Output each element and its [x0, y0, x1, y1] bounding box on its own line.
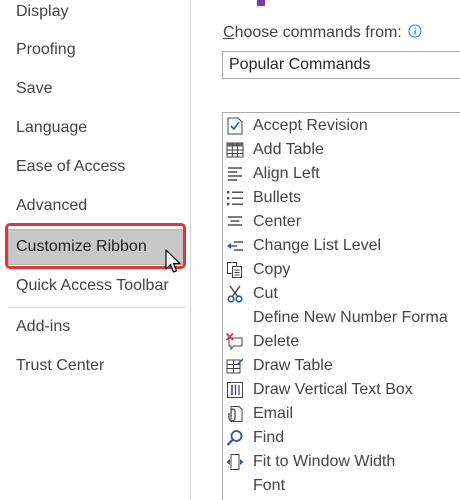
commands-list[interactable]: Accept Revision Add Table Align Left Bul… [222, 112, 460, 500]
list-item[interactable]: Draw Table [223, 354, 460, 378]
sidebar-item-display[interactable]: Display [8, 0, 186, 30]
sidebar-item-customize-ribbon[interactable]: Customize Ribbon [8, 229, 186, 265]
list-item[interactable]: Cut [223, 282, 460, 306]
list-item[interactable]: Email [223, 402, 460, 426]
delete-comment-icon [226, 333, 243, 351]
command-label: Add Table [253, 141, 324, 158]
list-item[interactable]: Draw Vertical Text Box [223, 378, 460, 402]
command-label: Find [253, 429, 285, 446]
list-item[interactable]: Change List Level [223, 234, 460, 258]
command-label: Font [253, 477, 286, 494]
word-options-window: Display Proofing Save Language Ease of A… [0, 0, 460, 500]
command-label: Cut [253, 285, 278, 302]
command-label: Center [253, 213, 302, 230]
copy-icon [227, 262, 242, 278]
list-item[interactable]: Fit to Window Width [223, 450, 460, 474]
list-item[interactable]: Add Table [223, 138, 460, 162]
command-label: Draw Vertical Text Box [253, 381, 413, 398]
command-label: Define New Number Forma [253, 309, 448, 326]
list-item[interactable]: Define New Number Forma [223, 306, 460, 330]
command-label: Copy [253, 261, 291, 278]
customize-ribbon-panel: Choose commands from: Popular Commands A… [191, 0, 460, 500]
list-item[interactable]: Find [223, 426, 460, 450]
command-label: Accept Revision [253, 117, 368, 134]
command-label: Fit to Window Width [253, 453, 396, 470]
mouse-pointer-icon [165, 249, 181, 273]
sidebar-item-language[interactable]: Language [8, 110, 186, 146]
sidebar-divider [8, 307, 186, 308]
command-label: Email [253, 405, 294, 422]
sidebar-item-advanced[interactable]: Advanced [8, 188, 186, 224]
email-attach-icon [228, 406, 243, 422]
sidebar-item-quick-access-toolbar[interactable]: Quick Access Toolbar [8, 268, 186, 304]
commands-source-dropdown[interactable]: Popular Commands [222, 51, 460, 79]
sidebar-item-add-ins[interactable]: Add-ins [8, 309, 186, 345]
list-item[interactable]: Delete [223, 330, 460, 354]
bullets-icon [227, 191, 243, 206]
choose-label-accesskey: C [223, 24, 235, 41]
sidebar-item-trust-center[interactable]: Trust Center [8, 348, 186, 384]
choose-commands-label: Choose commands from: [223, 24, 422, 42]
command-label: Bullets [253, 189, 302, 206]
sidebar-item-save[interactable]: Save [8, 71, 186, 107]
sidebar-item-ease-of-access[interactable]: Ease of Access [8, 149, 186, 185]
magnifier-icon [226, 430, 243, 446]
command-label: Change List Level [253, 237, 382, 254]
scissors-icon [227, 285, 243, 303]
draw-table-icon [226, 358, 244, 374]
partial-tab-indicator [257, 0, 265, 6]
list-item[interactable]: Bullets [223, 186, 460, 210]
change-list-level-icon [227, 241, 243, 251]
command-label: Align Left [253, 165, 320, 182]
choose-label-text: hoose commands from: [234, 24, 402, 41]
accept-revision-icon [227, 117, 243, 135]
align-center-icon [228, 216, 242, 226]
fit-width-icon [226, 454, 244, 470]
list-item[interactable]: Accept Revision [223, 114, 460, 138]
command-label: Delete [253, 333, 300, 350]
sidebar-item-proofing[interactable]: Proofing [8, 32, 186, 68]
vertical-text-box-icon [227, 382, 243, 398]
info-icon[interactable] [408, 24, 422, 38]
list-item[interactable]: Font [223, 474, 460, 498]
list-item[interactable]: Copy [223, 258, 460, 282]
options-sidebar: Display Proofing Save Language Ease of A… [0, 0, 191, 500]
align-left-icon [228, 167, 242, 181]
command-label: Draw Table [253, 357, 333, 374]
list-item[interactable]: Align Left [223, 162, 460, 186]
list-item[interactable]: Center [223, 210, 460, 234]
table-icon [226, 142, 244, 158]
